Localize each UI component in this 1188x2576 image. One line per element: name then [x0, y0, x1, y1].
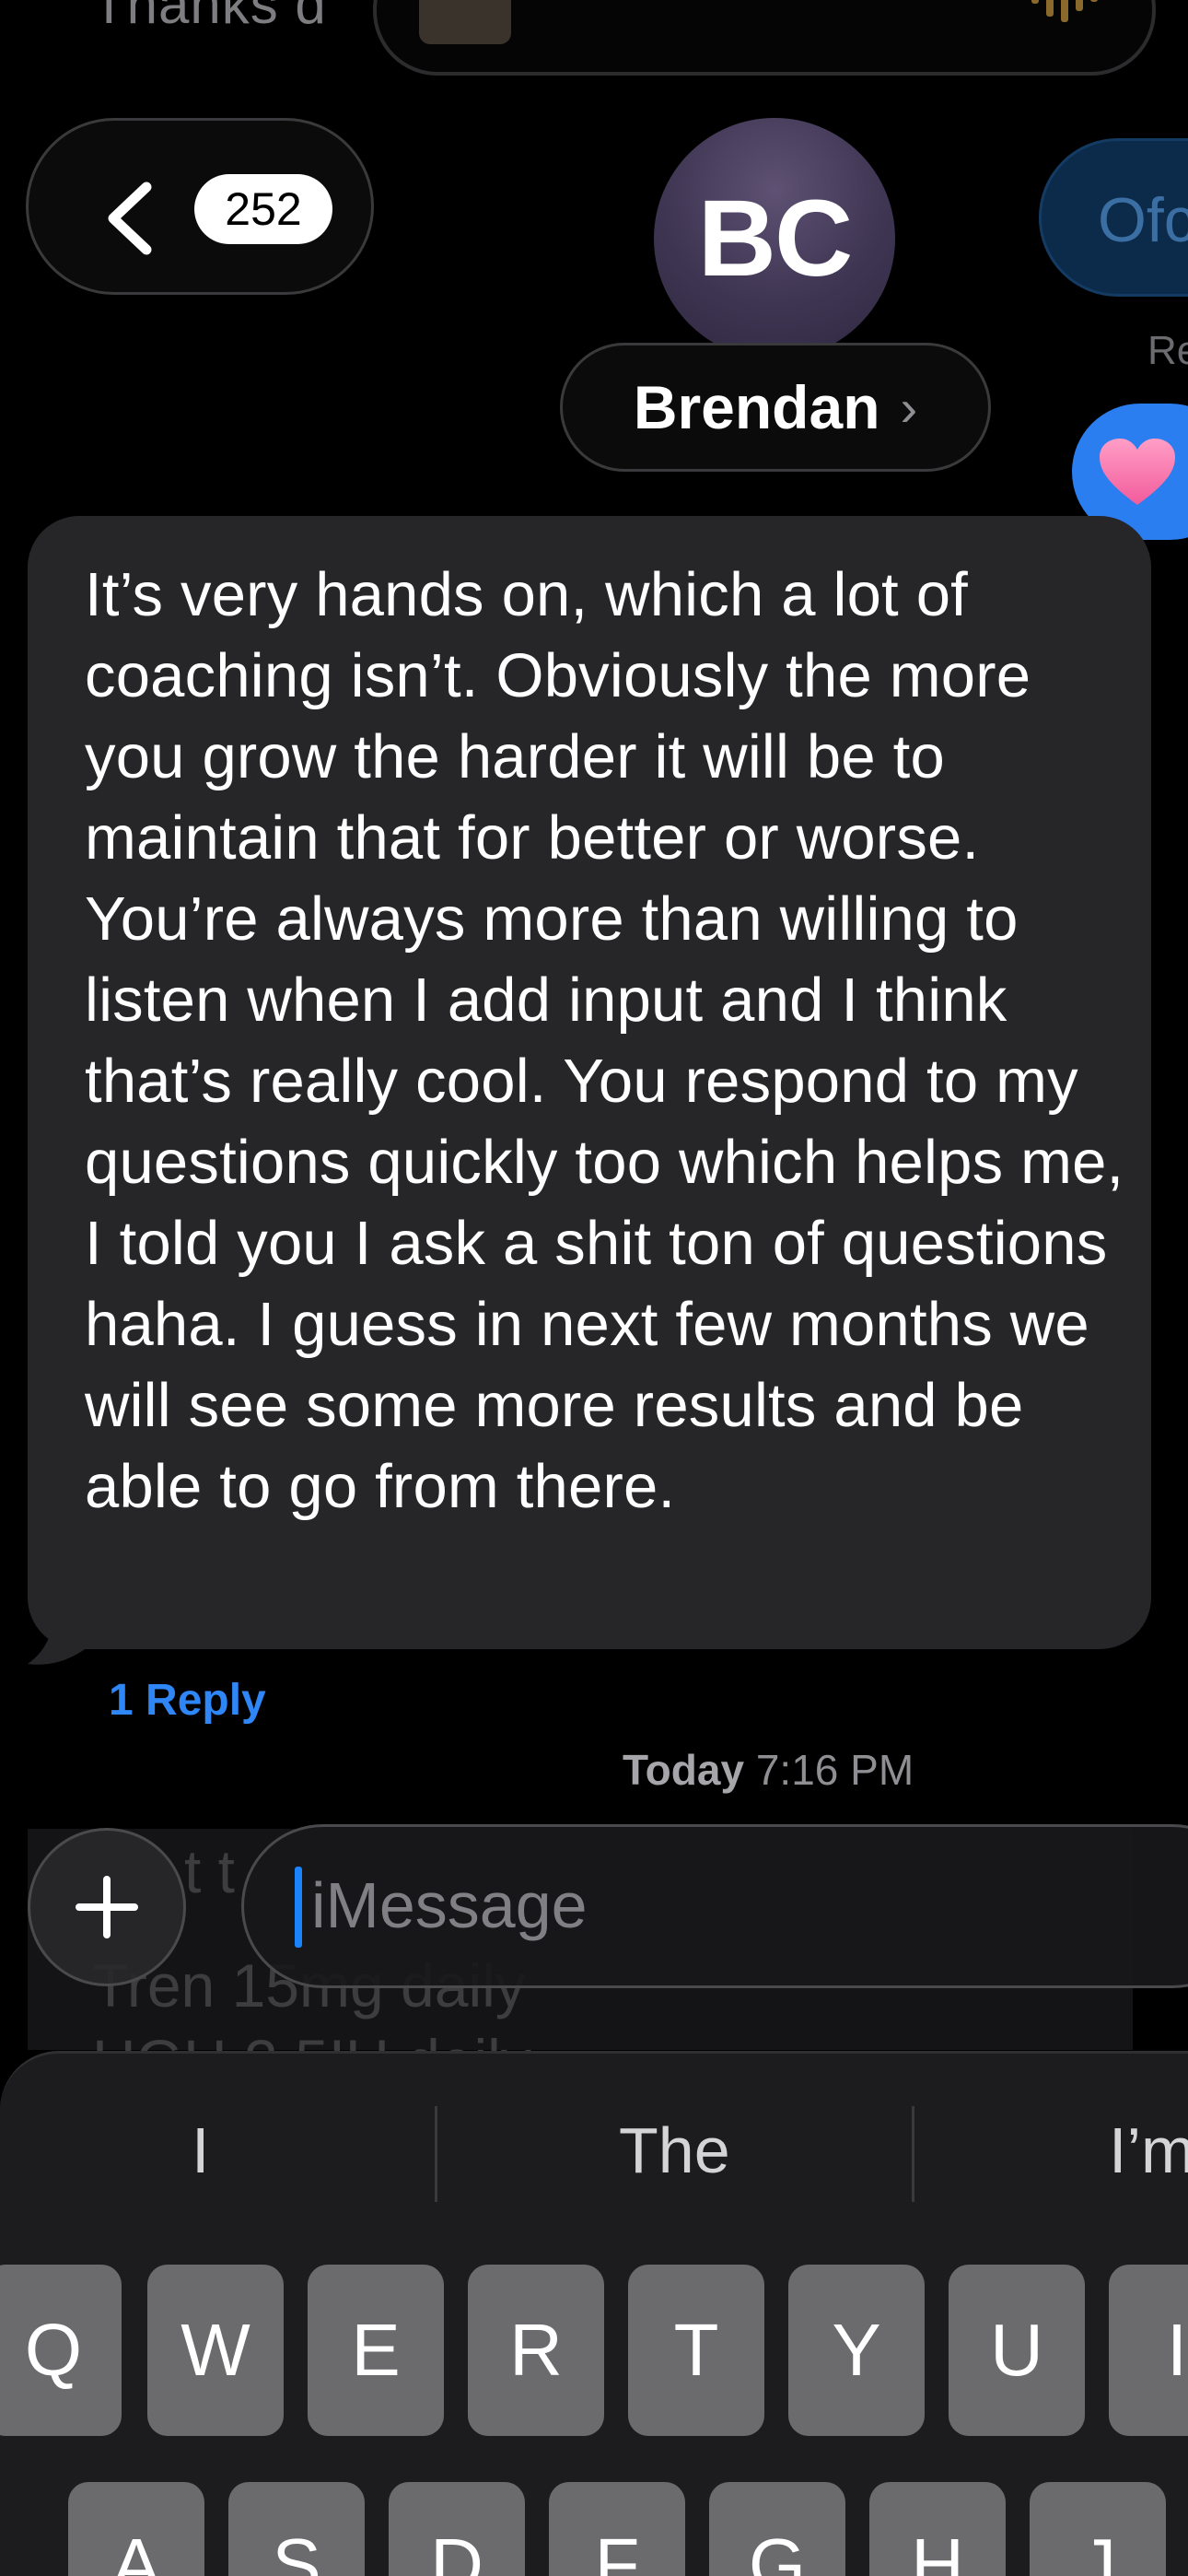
key-a[interactable]: A	[68, 2482, 204, 2576]
key-s[interactable]: S	[228, 2482, 365, 2576]
timestamp-time: 7:16 PM	[755, 1746, 914, 1794]
message-input-placeholder: iMessage	[311, 1869, 588, 1941]
timestamp-day: Today	[623, 1746, 745, 1794]
suggestion-2[interactable]: The	[619, 2113, 730, 2187]
right-action-label: Ofc	[1098, 185, 1188, 255]
chevron-right-icon: ›	[900, 378, 918, 437]
suggestion-1[interactable]: I	[192, 2113, 209, 2187]
banner-thumbnail	[419, 0, 511, 44]
contact-avatar[interactable]: BC	[654, 118, 895, 359]
suggestion-divider	[912, 2106, 914, 2202]
key-r[interactable]: R	[468, 2265, 604, 2436]
key-g[interactable]: G	[709, 2482, 845, 2576]
reply-thread-link[interactable]: 1 Reply	[109, 1675, 266, 1726]
key-w[interactable]: W	[147, 2265, 284, 2436]
key-q[interactable]: Q	[0, 2265, 122, 2436]
heart-icon	[1100, 439, 1175, 505]
contact-name-button[interactable]: Brendan ›	[560, 343, 991, 472]
text-cursor	[295, 1867, 302, 1948]
back-button[interactable]: 252	[26, 118, 374, 295]
key-u[interactable]: U	[949, 2265, 1085, 2436]
unread-count-badge: 252	[194, 174, 332, 244]
previous-message-remnant: Thanks d	[92, 0, 327, 35]
suggestion-3[interactable]: I’m	[1109, 2113, 1188, 2187]
bubble-tail	[28, 1603, 105, 1665]
chevron-left-icon	[108, 181, 152, 255]
ghost-line: t t	[184, 1837, 236, 1905]
key-j[interactable]: J	[1030, 2482, 1166, 2576]
plus-icon	[76, 1876, 138, 1938]
key-h[interactable]: H	[869, 2482, 1006, 2576]
key-d[interactable]: D	[389, 2482, 525, 2576]
contact-name: Brendan	[633, 373, 880, 441]
message-text: It’s very hands on, which a lot of coach…	[85, 560, 1124, 1521]
right-edge-text: Re	[1147, 328, 1188, 373]
key-y[interactable]: Y	[788, 2265, 925, 2436]
suggestion-divider	[435, 2106, 437, 2202]
key-e[interactable]: E	[308, 2265, 444, 2436]
key-i[interactable]: I	[1109, 2265, 1188, 2436]
key-f[interactable]: F	[549, 2482, 685, 2576]
add-attachment-button[interactable]	[28, 1828, 186, 1986]
audio-wave-icon	[1031, 0, 1098, 22]
key-t[interactable]: T	[628, 2265, 764, 2436]
message-timestamp: Today 7:16 PM	[623, 1745, 914, 1795]
messages-thread-screen: Thanks d 252 Ofc Re BC Brendan › It’s ve…	[0, 0, 1188, 2576]
